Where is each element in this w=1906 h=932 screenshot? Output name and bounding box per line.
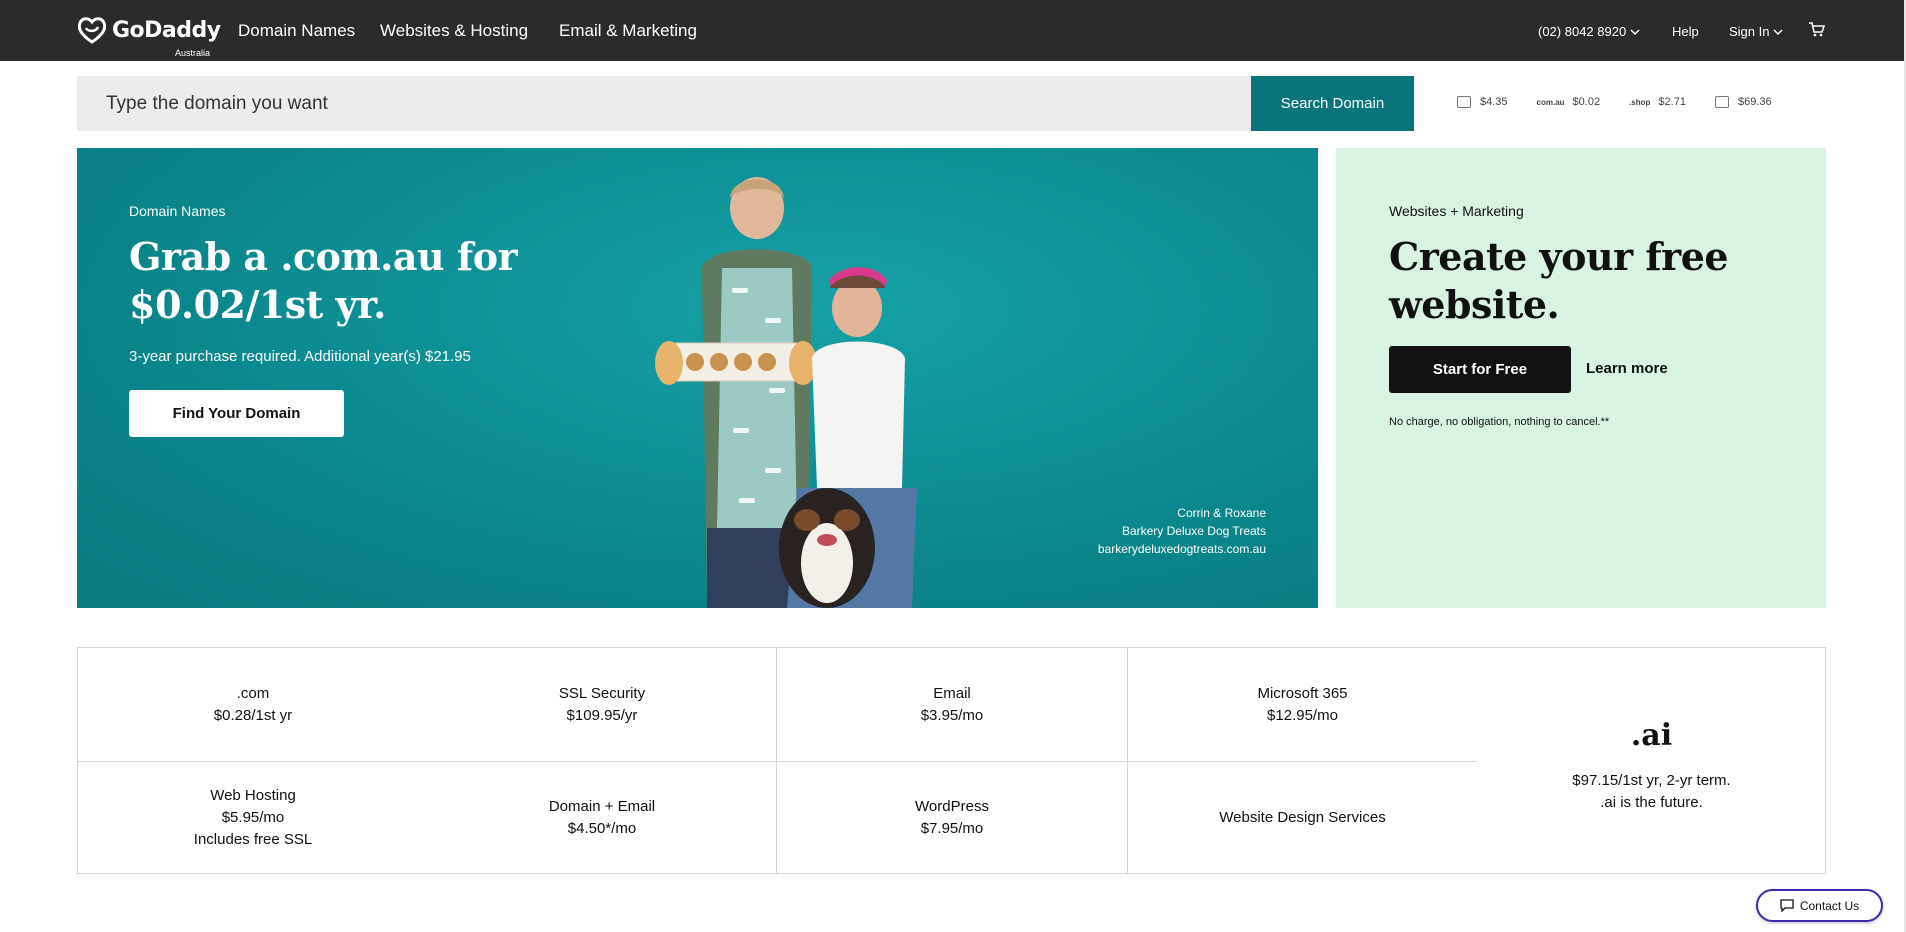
nav-websites-hosting[interactable]: Websites & Hosting: [380, 21, 528, 41]
domain-search: Search Domain: [77, 76, 1414, 131]
hero-title: Grab a .com.au for $0.02/1st yr.: [129, 234, 518, 327]
nav-email-marketing[interactable]: Email & Marketing: [559, 21, 697, 41]
product-grid: .com $0.28/1st yr SSL Security $109.95/y…: [77, 647, 1826, 874]
help-label: Help: [1672, 24, 1699, 39]
logo-wordmark: GoDaddy: [112, 17, 221, 43]
product-tile-web-hosting[interactable]: Web Hosting $5.95/mo Includes free SSL: [78, 762, 428, 873]
contact-us-button[interactable]: Contact Us: [1756, 889, 1883, 922]
photo-credit: Corrin & Roxane Barkery Deluxe Dog Treat…: [1098, 504, 1266, 558]
io-tld-icon: [1714, 96, 1729, 108]
sign-in-label: Sign In: [1729, 24, 1770, 39]
product-name: SSL Security: [558, 684, 646, 702]
ai-title: .ai: [1630, 717, 1673, 753]
domain-search-input[interactable]: [77, 76, 1251, 131]
product-price: $7.95/mo: [920, 819, 984, 837]
contact-us-label: Contact Us: [1799, 898, 1860, 913]
product-name: Web Hosting: [210, 786, 296, 804]
find-your-domain-button[interactable]: Find Your Domain: [129, 390, 344, 437]
godaddy-logo[interactable]: GoDaddy: [76, 16, 221, 44]
tld-price-strip: $4.35 com.au $0.02 .shop $2.71 $69.36: [1457, 96, 1801, 108]
tld-price: $0.02: [1572, 96, 1601, 108]
tld-price-io[interactable]: $69.36: [1714, 96, 1772, 108]
product-tile-email[interactable]: Email $3.95/mo: [777, 648, 1127, 761]
tld-name: .shop: [1629, 97, 1651, 107]
credit-site: barkerydeluxedogtreats.com.au: [1097, 542, 1266, 556]
product-price: $5.95/mo: [221, 808, 285, 826]
sign-in-menu[interactable]: Sign In: [1729, 24, 1784, 39]
promo-note: No charge, no obligation, nothing to can…: [1389, 416, 1610, 428]
product-price: $12.95/mo: [1267, 706, 1338, 724]
product-extra: Includes free SSL: [193, 830, 313, 848]
hero-banner: Domain Names Grab a .com.au for $0.02/1s…: [77, 148, 1318, 608]
tld-price: $2.71: [1658, 96, 1686, 108]
product-name: Website Design Services: [1219, 808, 1386, 826]
ai-tagline: .ai is the future.: [1600, 793, 1703, 811]
tld-price-shop[interactable]: .shop $2.71: [1629, 96, 1686, 108]
hero-photo-illustration: [655, 177, 917, 608]
hero-subtitle: 3-year purchase required. Additional yea…: [129, 348, 471, 365]
co-tld-icon: [1457, 96, 1471, 108]
product-tile-wordpress[interactable]: WordPress $7.95/mo: [777, 762, 1127, 873]
product-tile-microsoft-365[interactable]: Microsoft 365 $12.95/mo: [1128, 648, 1477, 761]
product-price: $3.95/mo: [920, 706, 984, 724]
product-tile-ssl[interactable]: SSL Security $109.95/yr: [428, 648, 776, 761]
product-price: $109.95/yr: [566, 706, 638, 724]
top-nav: GoDaddy Australia Domain Names Websites …: [0, 0, 1906, 61]
tld-price-co[interactable]: $4.35: [1457, 96, 1508, 108]
tld-price-comau[interactable]: com.au $0.02: [1537, 96, 1601, 108]
promo-eyebrow: Websites + Marketing: [1389, 203, 1524, 219]
ai-price: $97.15/1st yr, 2-yr term.: [1572, 771, 1731, 789]
credit-names: Corrin & Roxane: [1177, 506, 1266, 520]
help-link[interactable]: Help: [1672, 24, 1699, 39]
product-name: WordPress: [915, 797, 989, 815]
chevron-down-icon: [1630, 28, 1640, 35]
product-tile-website-design[interactable]: Website Design Services: [1128, 762, 1477, 873]
tld-price: $69.36: [1737, 96, 1772, 108]
product-name: Microsoft 365: [1257, 684, 1348, 702]
product-name: .com: [236, 684, 270, 702]
hero-eyebrow: Domain Names: [129, 203, 226, 219]
product-price: $0.28/1st yr: [213, 706, 293, 724]
product-tile-com[interactable]: .com $0.28/1st yr: [78, 648, 428, 761]
phone-menu[interactable]: (02) 8042 8920: [1538, 24, 1640, 39]
chat-icon: [1780, 899, 1794, 912]
cart-icon[interactable]: [1808, 21, 1825, 38]
website-promo-card: Websites + Marketing Create your free we…: [1336, 148, 1826, 608]
region-label: Australia: [175, 48, 211, 58]
nav-domain-names[interactable]: Domain Names: [238, 21, 355, 41]
product-name: Domain + Email: [548, 797, 656, 815]
promo-title: Create your free website.: [1389, 234, 1729, 327]
start-for-free-button[interactable]: Start for Free: [1389, 346, 1571, 393]
credit-business: Barkery Deluxe Dog Treats: [1121, 524, 1266, 538]
chevron-down-icon: [1773, 28, 1784, 35]
product-price: $4.50*/mo: [567, 819, 637, 837]
godaddy-heart-icon: [77, 17, 107, 44]
phone-number: (02) 8042 8920: [1538, 24, 1627, 39]
tld-name: com.au: [1536, 97, 1565, 107]
product-tile-domain-email[interactable]: Domain + Email $4.50*/mo: [428, 762, 776, 873]
ai-domain-feature[interactable]: .ai $97.15/1st yr, 2-yr term. .ai is the…: [1478, 648, 1825, 873]
search-domain-button[interactable]: Search Domain: [1251, 76, 1414, 131]
tld-price: $4.35: [1480, 96, 1508, 108]
product-name: Email: [933, 684, 971, 702]
learn-more-link[interactable]: Learn more: [1586, 360, 1668, 377]
